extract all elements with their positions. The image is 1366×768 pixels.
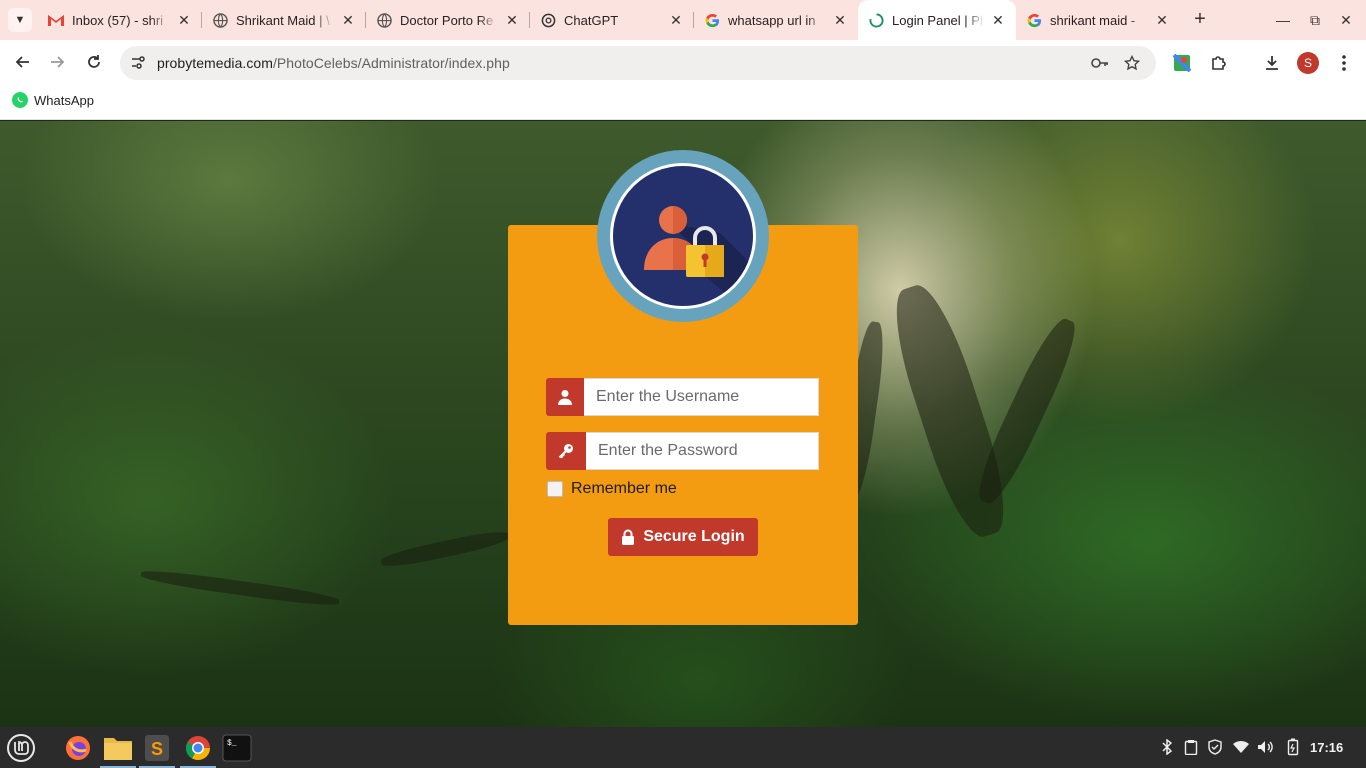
tab-shrikant-maid[interactable]: Shrikant Maid | \ ✕ [202, 0, 366, 40]
shield-icon[interactable] [1206, 738, 1224, 756]
wifi-icon[interactable] [1232, 738, 1250, 756]
tab-whatsapp-url[interactable]: whatsapp url in ✕ [694, 0, 858, 40]
user-icon [546, 378, 584, 416]
arrow-right-icon [51, 56, 65, 68]
user-lock-icon [610, 163, 756, 309]
bookmark-whatsapp[interactable]: WhatsApp [12, 92, 94, 108]
tab-inbox[interactable]: Inbox (57) - shri ✕ [38, 0, 202, 40]
secure-login-label: Secure Login [643, 528, 745, 545]
close-icon[interactable]: ✕ [176, 12, 192, 28]
terminal-icon[interactable]: $_ [219, 731, 255, 764]
key-icon [546, 432, 586, 470]
tab-login-panel[interactable]: Login Panel | Ph ✕ [858, 0, 1016, 40]
clipboard-icon[interactable] [1182, 738, 1200, 756]
extensions-puzzle-icon[interactable] [1208, 52, 1230, 74]
key-icon[interactable] [1090, 53, 1110, 73]
close-icon[interactable]: ✕ [340, 12, 356, 28]
tab-title: Inbox (57) - shri [72, 12, 164, 28]
whatsapp-icon [12, 92, 28, 108]
google-icon [704, 12, 720, 28]
tab-search-button[interactable]: ▼ [8, 8, 32, 32]
url-host: probytemedia.com [157, 55, 273, 71]
back-button[interactable] [10, 50, 34, 74]
tab-doctor-porto[interactable]: Doctor Porto Re ✕ [366, 0, 530, 40]
close-icon[interactable]: ✕ [504, 12, 520, 28]
reload-icon [88, 55, 100, 68]
sublime-icon[interactable]: S [139, 731, 175, 768]
files-icon[interactable] [100, 731, 136, 768]
star-icon[interactable] [1122, 53, 1142, 73]
bookmarks-bar: WhatsApp [0, 84, 1366, 120]
username-input[interactable] [584, 378, 819, 416]
password-input[interactable] [586, 432, 819, 470]
chatgpt-icon [540, 12, 556, 28]
loading-icon [868, 12, 884, 28]
volume-icon[interactable] [1257, 738, 1275, 756]
window-close-icon[interactable]: ✕ [1336, 10, 1356, 30]
battery-icon[interactable] [1284, 738, 1302, 756]
google-icon [1026, 12, 1042, 28]
minimize-icon[interactable]: — [1273, 10, 1293, 30]
close-icon[interactable]: ✕ [1154, 12, 1170, 28]
lock-icon [622, 529, 635, 545]
lock-user-badge [597, 150, 769, 322]
browser-toolbar: probytemedia.com/PhotoCelebs/Administrat… [0, 40, 1366, 84]
globe-icon [212, 12, 228, 28]
svg-text:$_: $_ [227, 739, 237, 748]
tab-shrikant-search[interactable]: shrikant maid - ✕ [1016, 0, 1180, 40]
clock[interactable]: 17:16 [1310, 740, 1343, 755]
reload-button[interactable] [82, 50, 106, 74]
gmail-icon [48, 12, 64, 28]
close-icon[interactable]: ✕ [832, 12, 848, 28]
new-tab-button[interactable]: + [1188, 8, 1212, 32]
bluetooth-icon[interactable] [1158, 738, 1176, 756]
remember-me-checkbox[interactable] [547, 481, 563, 497]
url-path: /PhotoCelebs/Administrator/index.php [272, 55, 510, 71]
profile-avatar[interactable]: S [1297, 52, 1319, 74]
globe-icon [376, 12, 392, 28]
kebab-menu-icon[interactable] [1333, 52, 1355, 74]
chevron-down-icon: ▼ [14, 14, 26, 26]
tab-list: Inbox (57) - shri ✕ Shrikant Maid | \ ✕ … [38, 0, 1180, 40]
taskbar: S $_ 17:16 [0, 727, 1366, 768]
close-icon[interactable]: ✕ [990, 12, 1006, 28]
tab-chatgpt[interactable]: ChatGPT ✕ [530, 0, 694, 40]
username-field-group [546, 378, 819, 416]
close-icon[interactable]: ✕ [668, 12, 684, 28]
tab-title: Login Panel | Ph [892, 12, 984, 28]
bookmark-label: WhatsApp [34, 92, 94, 108]
site-info-icon[interactable] [128, 53, 148, 73]
password-field-group [546, 432, 819, 470]
forward-button[interactable] [46, 50, 70, 74]
arrow-left-icon [15, 56, 29, 68]
address-bar[interactable]: probytemedia.com/PhotoCelebs/Administrat… [120, 46, 1156, 80]
tab-strip: ▼ Inbox (57) - shri ✕ Shrikant Maid | \ … [0, 0, 1366, 40]
remember-me[interactable]: Remember me [547, 480, 677, 498]
tab-title: whatsapp url in [728, 12, 816, 28]
secure-login-button[interactable]: Secure Login [608, 518, 758, 556]
download-icon[interactable] [1261, 52, 1283, 74]
restore-icon[interactable]: ⧉ [1305, 10, 1325, 30]
tab-title: ChatGPT [564, 12, 619, 28]
url-text: probytemedia.com/PhotoCelebs/Administrat… [157, 55, 510, 71]
chrome-icon[interactable] [180, 731, 216, 768]
menu-icon[interactable] [3, 731, 39, 764]
tab-title: Doctor Porto Re [400, 12, 494, 28]
tab-title: Shrikant Maid | \ [236, 12, 330, 28]
remember-me-label: Remember me [571, 480, 677, 497]
firefox-icon[interactable] [60, 731, 96, 764]
page-background: Remember me Secure Login [0, 121, 1366, 727]
extension-map-icon[interactable] [1171, 52, 1193, 74]
svg-text:S: S [151, 739, 163, 759]
tab-title: shrikant maid - [1050, 12, 1136, 28]
